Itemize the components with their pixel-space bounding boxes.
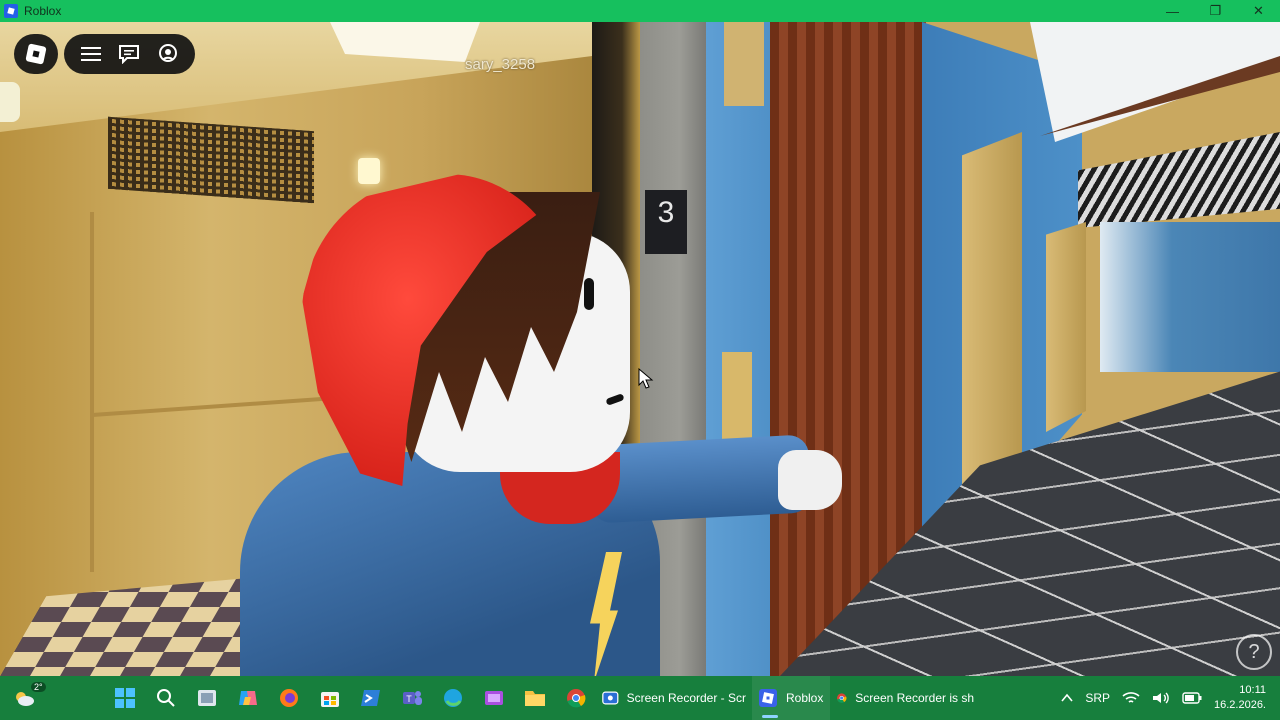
weather-cloud-icon: [16, 692, 34, 706]
taskbar-app-label: Screen Recorder - Scr: [626, 691, 746, 705]
screen-recorder-icon: [602, 691, 619, 705]
svg-text:T: T: [406, 694, 412, 704]
restore-button[interactable]: ❐: [1194, 0, 1237, 22]
wall-vent: [108, 116, 314, 204]
taskbar-clock[interactable]: 10:11 16.2.2026.: [1214, 683, 1266, 713]
volume-icon[interactable]: [1152, 691, 1170, 705]
taskbar-app-label: Roblox: [786, 691, 824, 705]
wall-lamp: [0, 82, 20, 122]
player-nametag: sary_3258: [465, 56, 536, 73]
search-icon[interactable]: [145, 676, 186, 720]
roblox-icon: [759, 689, 777, 707]
roblox-logo-icon: [25, 43, 47, 65]
weather-widget[interactable]: 2°: [0, 676, 48, 720]
firefox-icon[interactable]: [268, 676, 309, 720]
taskbar-app-label: Screen Recorder is sh: [855, 691, 974, 705]
roblox-app-icon: [4, 4, 18, 18]
ceiling-slats: [1078, 132, 1280, 228]
taskbar-app-roblox[interactable]: Roblox: [752, 676, 830, 720]
video-editor-icon[interactable]: [473, 676, 514, 720]
copilot-icon[interactable]: [227, 676, 268, 720]
floor-indicator: 3: [645, 190, 687, 254]
edge-icon[interactable]: [432, 676, 473, 720]
system-tray: SRP 10:11 16.2.2026.: [1061, 676, 1280, 720]
window-titlebar: Roblox — ❐ ✕: [0, 0, 1280, 22]
teams-icon[interactable]: T: [391, 676, 432, 720]
hud-toolbar: [64, 34, 195, 74]
wall-panel-line: [90, 212, 94, 572]
game-viewport[interactable]: 3 sary_3258 ?: [0, 22, 1280, 676]
close-button[interactable]: ✕: [1237, 0, 1280, 22]
store-icon[interactable]: [309, 676, 350, 720]
wall-lamp: [358, 158, 380, 184]
help-button[interactable]: ?: [1236, 634, 1272, 670]
windows-start-icon[interactable]: [104, 676, 145, 720]
wifi-icon[interactable]: [1122, 691, 1140, 705]
chat-icon[interactable]: [114, 39, 144, 69]
taskbar-pinned: T: [104, 676, 596, 720]
chevron-up-icon[interactable]: [1061, 693, 1073, 703]
windows-taskbar: 2° T Screen Recorder - Scr Roblox Screen…: [0, 676, 1280, 720]
elevator-call-panel: [724, 22, 764, 106]
elevator-call-button[interactable]: [722, 352, 752, 458]
blue-wall: [706, 22, 778, 676]
mouse-cursor-icon: [638, 368, 654, 389]
powershell-icon[interactable]: [350, 676, 391, 720]
window-controls: — ❐ ✕: [1151, 0, 1280, 22]
taskbar-app-chrome[interactable]: Screen Recorder is sh: [830, 676, 980, 720]
elevator-door: [640, 22, 706, 676]
elevator-door-right: [1046, 222, 1086, 432]
input-language[interactable]: SRP: [1085, 691, 1110, 705]
weather-temp: 2°: [31, 682, 46, 692]
file-explorer-icon[interactable]: [514, 676, 555, 720]
minimize-button[interactable]: —: [1151, 0, 1194, 22]
taskbar-app-screen-recorder[interactable]: Screen Recorder - Scr: [596, 676, 752, 720]
clock-date: 16.2.2026.: [1214, 699, 1266, 711]
voice-icon[interactable]: [153, 39, 183, 69]
roblox-menu-button[interactable]: [14, 34, 58, 74]
clock-time: 10:11: [1239, 684, 1266, 696]
chrome-icon: [837, 693, 847, 703]
chrome-icon[interactable]: [555, 676, 596, 720]
battery-icon[interactable]: [1182, 692, 1202, 704]
corridor-back-wall: [1100, 222, 1280, 372]
menu-icon[interactable]: [76, 39, 106, 69]
elevator-doorframe: [592, 22, 642, 676]
task-view-icon[interactable]: [186, 676, 227, 720]
window-title: Roblox: [24, 4, 62, 18]
